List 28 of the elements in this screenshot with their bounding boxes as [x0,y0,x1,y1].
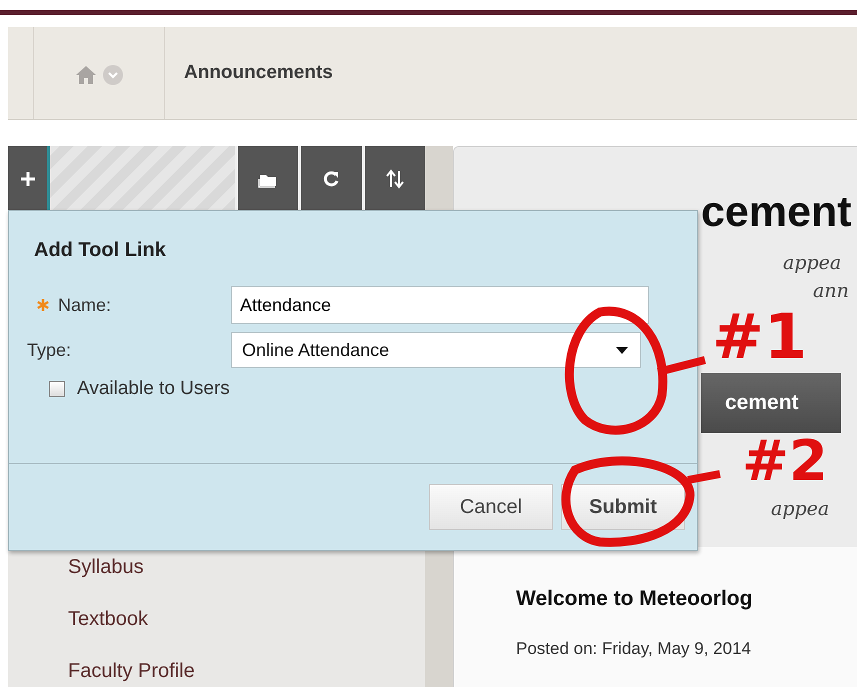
sort-button[interactable] [362,146,425,211]
announcement-title: Welcome to Meteoorlog [516,587,754,611]
field-label: Type: [27,340,72,360]
annotation-line [657,356,706,376]
description-text: appea [782,251,842,276]
annotation-label: #2 [742,434,828,490]
checkbox[interactable] [49,381,65,397]
cancel-button[interactable]: Cancel [429,484,553,530]
refresh-icon [322,170,340,188]
nav-link[interactable]: Syllabus [68,556,425,579]
field-label: Name: [58,294,112,316]
create-announcement-button[interactable]: cement [701,373,841,433]
type-dropdown[interactable]: Online Attendance [231,332,641,368]
description-text: appea [770,497,830,522]
name-field[interactable]: Attendance [231,286,649,324]
nav-link[interactable]: Textbook [68,608,425,631]
posted-date: Posted on: Friday, May 9, 2014 [516,639,752,659]
checkbox-label: Available to Users [77,378,230,400]
dialog-title: Add Tool Link [34,239,167,262]
nav-link[interactable]: Faculty Profile [68,660,425,683]
sort-icon [384,168,405,188]
plus-icon [20,170,36,186]
annotation-line [687,470,721,484]
annotation-label: #1 [712,306,808,368]
caret-icon [616,346,628,354]
page-heading: cement [701,187,853,237]
page-title: Announcements [184,62,333,84]
description-text: ann [812,279,850,304]
